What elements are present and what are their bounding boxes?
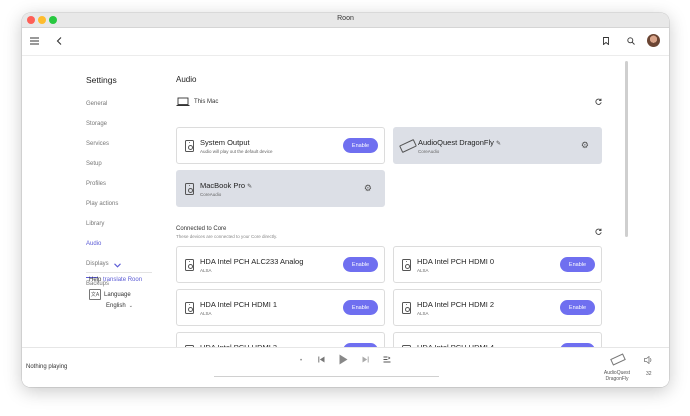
- roon-window: Roon Settings General Storage Services S…: [22, 13, 669, 387]
- refresh-icon[interactable]: [595, 98, 602, 107]
- toolbar: [22, 28, 669, 56]
- speaker-icon: [185, 259, 194, 271]
- speaker-icon: [185, 183, 194, 195]
- sidebar-item-setup[interactable]: Setup: [86, 161, 102, 167]
- device-card-audioquest-dragonfly[interactable]: AudioQuest DragonFly ✎ CoreAudio ⚙: [393, 127, 602, 164]
- dac-icon: [399, 138, 417, 154]
- device-name: System Output: [200, 138, 250, 147]
- language-value: English: [106, 303, 126, 309]
- enable-button[interactable]: Enable: [560, 257, 595, 272]
- progress-bar[interactable]: [214, 376, 439, 377]
- volume-icon[interactable]: [644, 355, 653, 366]
- next-icon[interactable]: [362, 356, 369, 365]
- device-driver: ALSA: [200, 311, 212, 316]
- zone-name[interactable]: AudioQuest DragonFly: [596, 370, 638, 382]
- prev-icon[interactable]: [318, 356, 325, 365]
- sidebar-item-profiles[interactable]: Profiles: [86, 181, 106, 187]
- device-name: HDA Intel PCH HDMI 1: [200, 300, 278, 309]
- shuffle-icon[interactable]: •: [300, 358, 302, 364]
- sidebar-item-general[interactable]: General: [86, 101, 107, 107]
- queue-icon[interactable]: [383, 356, 391, 365]
- sidebar-item-library[interactable]: Library: [86, 221, 104, 227]
- avatar[interactable]: [647, 34, 660, 47]
- settings-sidebar: Settings General Storage Services Setup …: [22, 56, 153, 303]
- sidebar-item-displays[interactable]: Displays: [86, 261, 109, 267]
- window-title: Roon: [337, 15, 354, 22]
- device-card-hdmi-1: HDA Intel PCH HDMI 1 ALSA Enable: [176, 289, 385, 326]
- speaker-icon: [402, 259, 411, 271]
- search-icon[interactable]: [624, 34, 638, 48]
- gear-icon[interactable]: ⚙: [364, 183, 372, 194]
- audio-settings-panel: Audio This Mac System Output Audio will …: [153, 56, 669, 369]
- device-name-text: MacBook Pro: [200, 181, 246, 190]
- device-name: HDA Intel PCH ALC233 Analog: [200, 257, 304, 266]
- enable-button[interactable]: Enable: [343, 257, 378, 272]
- device-name: HDA Intel PCH HDMI 0: [417, 257, 495, 266]
- enable-button[interactable]: Enable: [343, 138, 378, 153]
- volume-value: 32: [646, 371, 652, 377]
- this-mac-label: This Mac: [194, 99, 219, 105]
- device-driver: ALSA: [417, 311, 429, 316]
- device-driver: CoreAudio: [200, 192, 222, 197]
- settings-title: Settings: [86, 75, 117, 85]
- gear-icon[interactable]: ⚙: [581, 140, 589, 151]
- sidebar-item-play-actions[interactable]: Play actions: [86, 201, 118, 207]
- device-name: MacBook Pro ✎: [200, 181, 252, 190]
- sidebar-item-storage[interactable]: Storage: [86, 121, 107, 127]
- device-driver: ALSA: [417, 268, 429, 273]
- play-icon[interactable]: [339, 354, 348, 367]
- pencil-icon[interactable]: ✎: [496, 141, 501, 147]
- bookmark-icon[interactable]: [599, 34, 613, 48]
- language-select[interactable]: English ⌄: [106, 303, 133, 309]
- device-card-hdmi-2: HDA Intel PCH HDMI 2 ALSA Enable: [393, 289, 602, 326]
- connected-to-core-description: These devices are connected to your Core…: [176, 234, 278, 239]
- language-row: 文A Language: [89, 289, 131, 300]
- device-name: HDA Intel PCH HDMI 2: [417, 300, 495, 309]
- menu-icon[interactable]: [27, 34, 41, 48]
- device-card-macbook-pro[interactable]: MacBook Pro ✎ CoreAudio ⚙: [176, 170, 385, 207]
- speaker-icon: [185, 302, 194, 314]
- language-icon: 文A: [89, 289, 101, 300]
- help-label: Help: [89, 277, 102, 283]
- vertical-scrollbar[interactable]: [625, 61, 628, 237]
- device-driver: CoreAudio: [418, 149, 440, 154]
- sidebar-divider: [86, 272, 152, 273]
- enable-button[interactable]: Enable: [560, 300, 595, 315]
- device-card-alc233-analog: HDA Intel PCH ALC233 Analog ALSA Enable: [176, 246, 385, 283]
- page-title: Audio: [176, 75, 197, 84]
- device-name-text: AudioQuest DragonFly: [418, 138, 494, 147]
- dac-icon[interactable]: [610, 353, 626, 366]
- device-card-system-output: System Output Audio will play out the de…: [176, 127, 385, 164]
- device-name: AudioQuest DragonFly ✎: [418, 138, 501, 147]
- pencil-icon[interactable]: ✎: [247, 184, 252, 190]
- laptop-icon: [176, 97, 190, 106]
- sidebar-item-services[interactable]: Services: [86, 141, 109, 147]
- back-icon[interactable]: [52, 34, 66, 48]
- connected-to-core-label: Connected to Core: [176, 226, 227, 232]
- help-row: Help translate Roon: [89, 277, 142, 283]
- refresh-icon[interactable]: [595, 228, 602, 237]
- enable-button[interactable]: Enable: [343, 300, 378, 315]
- speaker-icon: [402, 302, 411, 314]
- chevron-down-icon[interactable]: [114, 261, 121, 270]
- language-label: Language: [104, 291, 131, 298]
- device-driver: ALSA: [200, 268, 212, 273]
- sidebar-item-audio[interactable]: Audio: [86, 241, 101, 247]
- translate-roon-link[interactable]: translate Roon: [103, 277, 142, 283]
- speaker-icon: [185, 140, 194, 152]
- now-playing-text: Nothing playing: [26, 364, 68, 370]
- chevron-down-icon: ⌄: [127, 303, 133, 309]
- device-card-hdmi-0: HDA Intel PCH HDMI 0 ALSA Enable: [393, 246, 602, 283]
- title-bar: Roon: [22, 13, 669, 28]
- now-playing-bar: Nothing playing • AudioQuest DragonFly 3…: [22, 347, 669, 387]
- device-description: Audio will play out the default device: [200, 149, 273, 154]
